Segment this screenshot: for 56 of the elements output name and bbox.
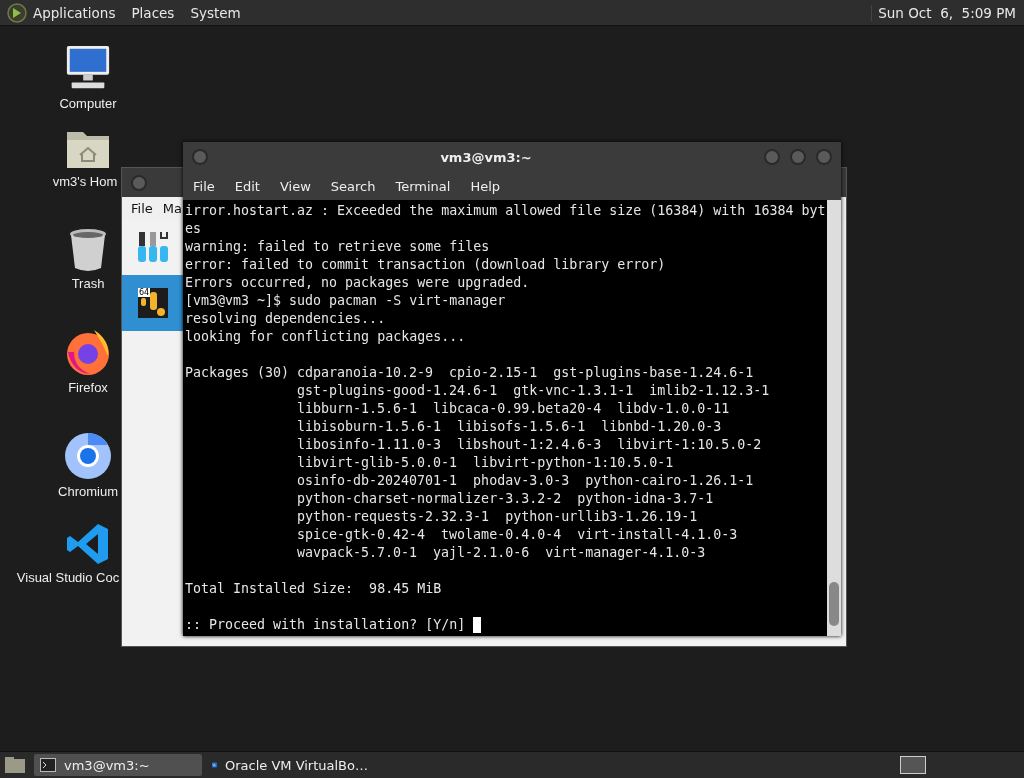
terminal-line: Packages (30) — [185, 365, 290, 380]
terminal-line: irror.hostart.az : Exceeded the maximum allowed file size (16384) with 16384 byt — [185, 202, 827, 220]
desktop-icon-label[interactable]: vm3's Hom — [52, 174, 118, 189]
menu-item[interactable]: Terminal — [395, 178, 451, 194]
terminal-line: python-requests-2.32.3-1 python-urllib3-1.26.19-1 — [297, 508, 699, 526]
taskbar-button[interactable]: vm3@vm3:~ — [34, 754, 202, 776]
text-cursor — [473, 617, 482, 633]
firefox-icon[interactable] — [64, 328, 112, 376]
terminal-line: python-charset-normalizer-3.3.2-2 python-idna-3.7-1 — [297, 490, 715, 508]
terminal-line: looking for conflicting packages... — [185, 328, 467, 346]
menu-item[interactable]: Search — [330, 178, 376, 194]
terminal-icon — [40, 758, 56, 772]
trash-icon[interactable] — [68, 228, 108, 272]
terminal-line: wavpack-5.7.0-1 yajl-2.1.0-6 virt-manager-4.1.0-3 — [297, 544, 707, 562]
terminal-prompt: :: Proceed with installation? [Y/n] — [185, 616, 466, 634]
terminal-line: error: failed to commit transaction (download library error) — [185, 256, 667, 274]
menu-item[interactable]: Help — [470, 178, 501, 194]
terminal-line: Total Installed Size: 98.45 MiB — [185, 580, 443, 598]
terminal-line: gst-plugins-good-1.24.6-1 gtk-vnc-1.3.1-1 imlib2-1.12.3-1 — [297, 382, 770, 400]
terminal-line: libburn-1.5.6-1 libcaca-0.99.beta20-4 libdv-1.0.0-11 — [297, 400, 731, 418]
chromium-icon[interactable] — [64, 432, 112, 480]
show-desktop-icon[interactable] — [4, 756, 26, 774]
desktop-icon-label[interactable]: Firefox — [68, 380, 108, 395]
machine-list-item[interactable]: 64 — [122, 275, 184, 331]
terminal-line: libosinfo-1.11.0-3 libshout-1:2.4.6-3 libvirt-1:10.5.0-2 — [297, 436, 763, 454]
desktop-icon-label[interactable]: Visual Studio Coc — [16, 570, 120, 585]
terminal-line: warning: failed to retrieve some files — [185, 238, 491, 256]
terminal-line: libvirt-glib-5.0.0-1 libvirt-python-1:10.5.0-1 — [297, 454, 675, 472]
menu-item[interactable]: File — [131, 200, 153, 216]
desktop-icon-label[interactable]: Computer — [59, 96, 117, 111]
tools-icon — [136, 230, 170, 264]
panel-menu[interactable]: System — [190, 4, 241, 21]
scrollbar[interactable] — [827, 200, 841, 636]
clock[interactable]: Sun Oct 6, 5:09 PM — [871, 4, 1016, 21]
terminal-line: spice-gtk-0.42-4 twolame-0.4.0-4 virt-install-4.1.0-3 — [297, 526, 739, 544]
menu-item[interactable]: Ma — [162, 200, 182, 216]
code-editor-icon[interactable] — [66, 522, 110, 566]
panel-menu[interactable]: Places — [131, 4, 175, 21]
terminal-line: cdparanoia-10.2-9 cpio-2.15-1 gst-plugins-base-1.24.6-1 — [297, 364, 755, 382]
menu-item[interactable]: File — [193, 178, 215, 194]
vm-os-icon: 64 — [138, 288, 168, 318]
terminal-line: es — [185, 220, 202, 238]
menu-item[interactable]: View — [279, 178, 311, 194]
workspace-switcher[interactable] — [900, 756, 926, 774]
menu-item[interactable]: Edit — [234, 178, 260, 194]
terminal-line: [vm3@vm3 ~]$ sudo pacman -S virt-manager — [185, 292, 507, 310]
logo-icon[interactable] — [7, 2, 27, 23]
window-title: vm3@vm3:~ — [439, 149, 533, 165]
taskbar-button[interactable]: Oracle VM VirtualBo… — [206, 754, 374, 776]
terminal-line: osinfo-db-20240701-1 phodav-3.0-3 python-cairo-1.26.1-1 — [297, 472, 755, 490]
desktop-icon-label[interactable]: Chromium — [58, 484, 118, 499]
panel-menu[interactable]: Applications — [33, 4, 116, 21]
terminal-line: resolving dependencies... — [185, 310, 387, 328]
terminal-line: libisoburn-1.5.6-1 libisofs-1.5.6-1 libnbd-1.20.0-3 — [297, 418, 723, 436]
terminal-line: Errors occurred, no packages were upgraded. — [185, 274, 531, 292]
desktop-icon-label[interactable]: Trash — [71, 276, 105, 291]
